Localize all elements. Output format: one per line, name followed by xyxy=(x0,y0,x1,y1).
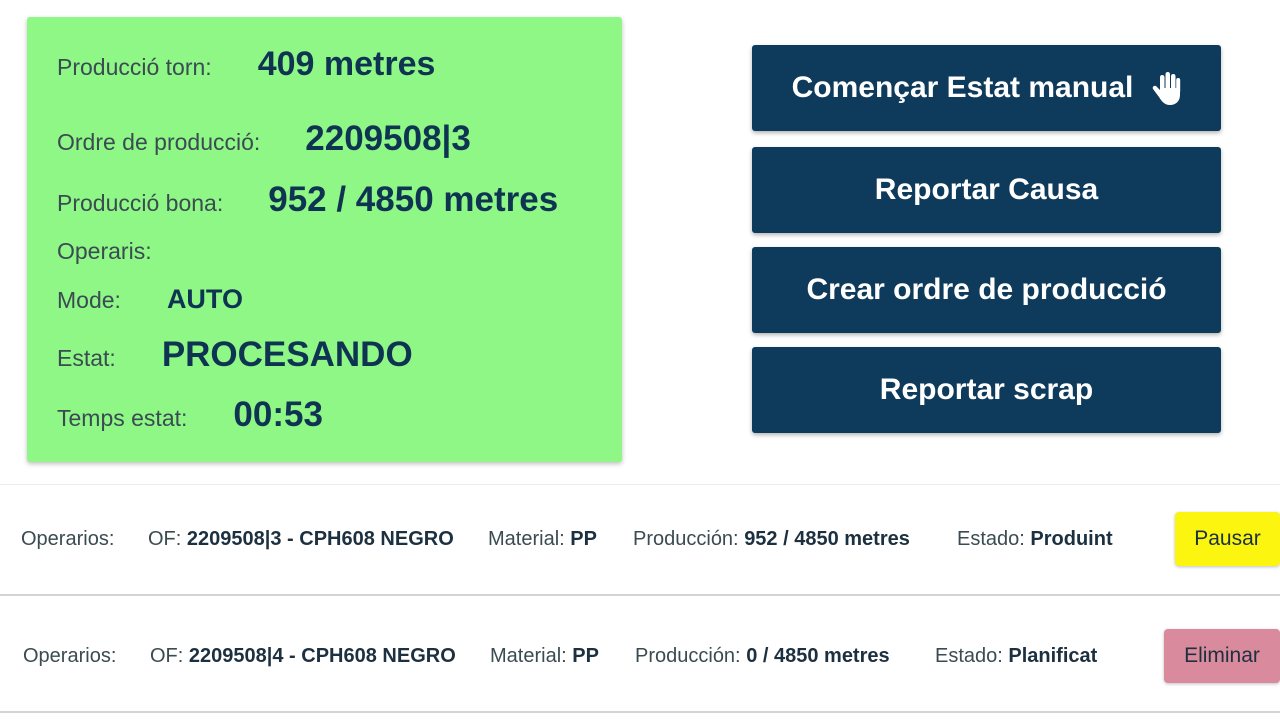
bona-label: Producció bona: xyxy=(57,190,224,216)
manual-state-button[interactable]: Començar Estat manual xyxy=(752,45,1221,131)
operarios-label: Operarios: xyxy=(21,527,115,550)
mode-row: Mode: AUTO xyxy=(57,284,243,315)
reportar-scrap-button[interactable]: Reportar scrap xyxy=(752,347,1221,433)
status-card: Producció torn: 409 metres Ordre de prod… xyxy=(27,17,622,462)
row-divider xyxy=(0,594,1280,596)
material-field: Material: PP xyxy=(490,645,599,668)
material-field: Material: PP xyxy=(488,528,597,551)
hand-icon xyxy=(1151,70,1181,106)
ordre-value: 2209508|3 xyxy=(305,119,471,158)
bona-value: 952 / 4850 metres xyxy=(268,180,559,219)
produccion-value: 952 / 4850 metres xyxy=(744,527,910,550)
produccio-torn-value: 409 metres xyxy=(257,45,436,83)
estado-value: Produint xyxy=(1030,527,1113,550)
manual-state-label: Començar Estat manual xyxy=(791,71,1134,104)
estado-value: Planificat xyxy=(1008,644,1098,667)
mode-value: AUTO xyxy=(166,284,243,314)
mode-label: Mode: xyxy=(57,287,121,313)
of-label: OF: xyxy=(148,527,182,550)
of-field: OF: 2209508|4 - CPH608 NEGRO xyxy=(150,645,456,668)
bona-row: Producció bona: 952 / 4850 metres xyxy=(57,180,558,220)
of-value: 2209508|4 - CPH608 NEGRO xyxy=(188,644,456,667)
estado-field: Estado: Planificat xyxy=(935,645,1097,668)
material-label: Material: xyxy=(490,644,567,667)
of-field: OF: 2209508|3 - CPH608 NEGRO xyxy=(148,528,454,551)
produccion-field: Producción: 952 / 4850 metres xyxy=(633,528,910,551)
produccio-torn-label: Producció torn: xyxy=(57,54,212,80)
operaris-row: Operaris: xyxy=(57,238,152,265)
list-top-divider xyxy=(0,484,1280,485)
of-label: OF: xyxy=(150,644,184,667)
eliminar-button[interactable]: Eliminar xyxy=(1164,629,1280,683)
produccion-label: Producción: xyxy=(635,644,741,667)
order-row: Operarios: OF: 2209508|4 - CPH608 NEGRO … xyxy=(0,629,1280,683)
row-divider xyxy=(0,711,1280,713)
of-value: 2209508|3 - CPH608 NEGRO xyxy=(186,527,454,550)
estado-label: Estado: xyxy=(957,527,1025,550)
pausar-button[interactable]: Pausar xyxy=(1175,512,1280,566)
temps-value: 00:53 xyxy=(233,395,323,434)
material-label: Material: xyxy=(488,527,565,550)
operarios-label: Operarios: xyxy=(23,644,117,667)
material-value: PP xyxy=(572,644,599,667)
estat-value: PROCESANDO xyxy=(161,335,413,374)
estado-label: Estado: xyxy=(935,644,1003,667)
temps-row: Temps estat: 00:53 xyxy=(57,395,323,435)
estat-label: Estat: xyxy=(57,345,116,371)
reportar-causa-button[interactable]: Reportar Causa xyxy=(752,147,1221,233)
temps-label: Temps estat: xyxy=(57,405,188,431)
produccion-field: Producción: 0 / 4850 metres xyxy=(635,645,890,668)
ordre-label: Ordre de producció: xyxy=(57,129,261,155)
ordre-row: Ordre de producció: 2209508|3 xyxy=(57,119,471,159)
estat-row: Estat: PROCESANDO xyxy=(57,335,413,375)
produccion-value: 0 / 4850 metres xyxy=(746,644,890,667)
material-value: PP xyxy=(570,527,597,550)
produccio-torn-row: Producció torn: 409 metres xyxy=(57,45,435,84)
operaris-label: Operaris: xyxy=(57,238,152,264)
produccion-label: Producción: xyxy=(633,527,739,550)
order-row: Operarios: OF: 2209508|3 - CPH608 NEGRO … xyxy=(0,512,1280,566)
estado-field: Estado: Produint xyxy=(957,528,1113,551)
crear-ordre-button[interactable]: Crear ordre de producció xyxy=(752,247,1221,333)
